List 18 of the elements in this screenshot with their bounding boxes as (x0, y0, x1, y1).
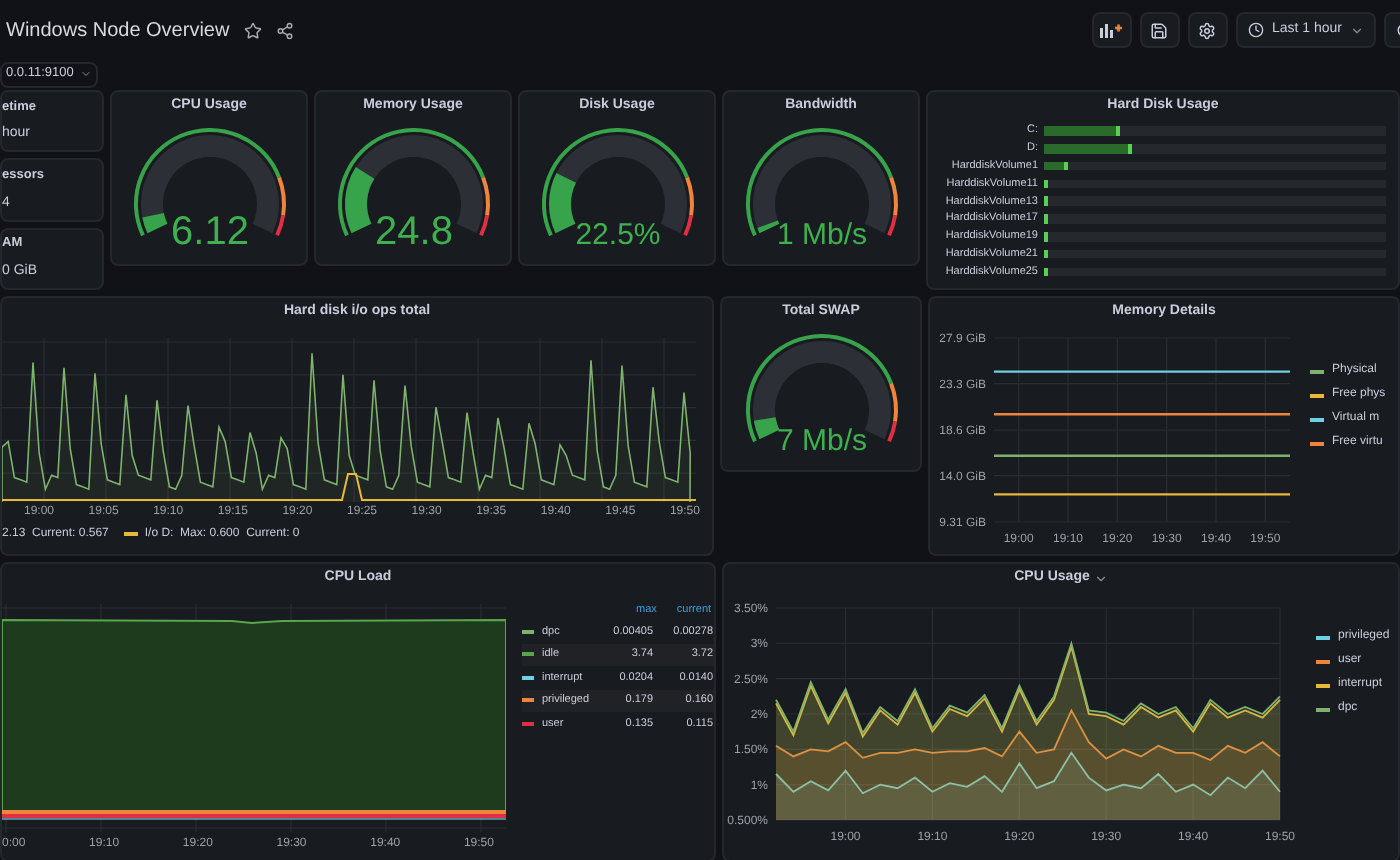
settings-button[interactable] (1187, 12, 1228, 48)
caret-icon (1093, 571, 1108, 585)
gauge-value: 24.8 (374, 210, 452, 254)
dashboard-title[interactable]: Windows Node Overview (6, 15, 230, 45)
gauge-value: 22.5% (574, 218, 660, 252)
settings-icon (1198, 21, 1217, 39)
gauge-value: 6.12 (170, 210, 248, 254)
caret-icon (79, 68, 92, 80)
share-icon[interactable] (275, 21, 294, 39)
save-button[interactable] (1139, 12, 1180, 48)
star-icon[interactable] (243, 21, 262, 39)
chart-plus-icon (1100, 22, 1123, 38)
add-panel-button[interactable] (1091, 12, 1132, 48)
clock-icon (1247, 22, 1264, 38)
save-icon (1150, 21, 1169, 39)
gauge-value: 1 Mb/s (776, 218, 866, 252)
caret-icon (1350, 23, 1364, 37)
gauge-value: 7 Mb/s (776, 424, 866, 458)
